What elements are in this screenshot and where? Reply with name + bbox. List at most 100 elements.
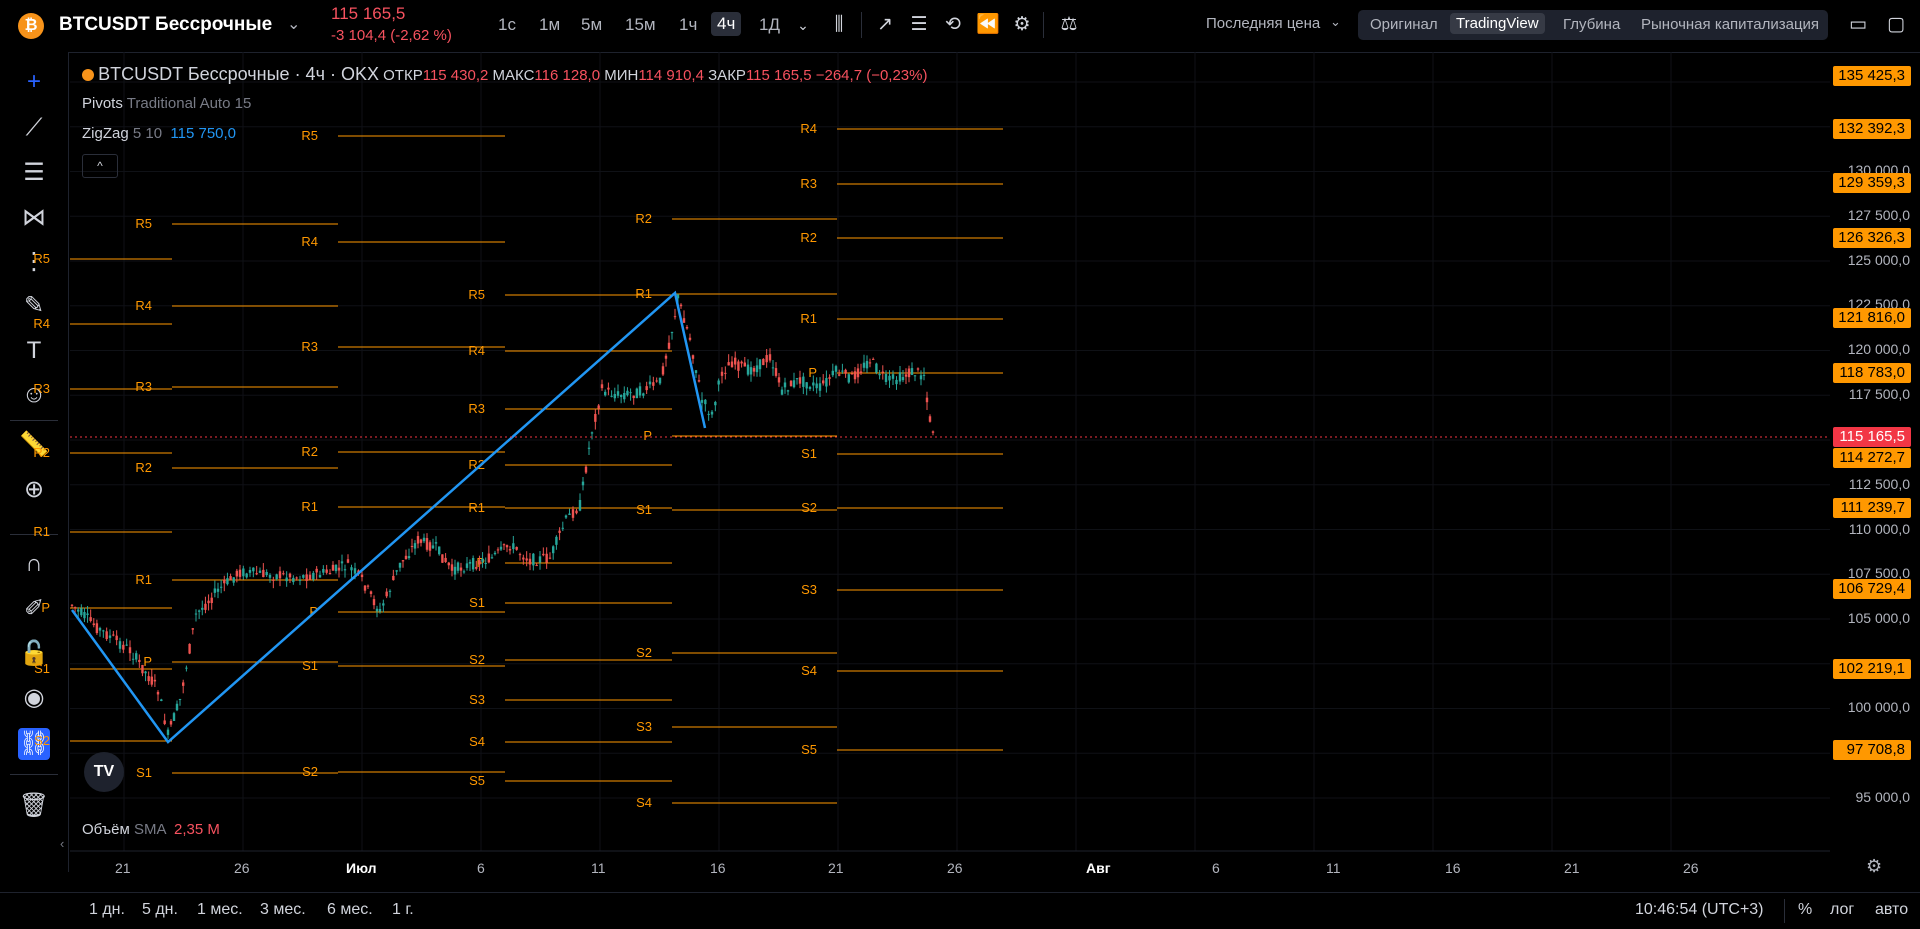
candle-body xyxy=(328,573,332,575)
candle-body xyxy=(223,579,226,584)
candle-body xyxy=(232,577,235,583)
time-tick: 6 xyxy=(477,860,485,876)
range-5d[interactable]: 5 дн. xyxy=(142,901,178,919)
candle-body xyxy=(191,628,194,630)
candle-body xyxy=(331,564,335,571)
candle-body xyxy=(552,546,555,554)
candle-body xyxy=(853,371,857,380)
candle-body xyxy=(434,542,438,544)
pivot-price-label: 118 783,0 xyxy=(1833,363,1911,383)
auto-toggle[interactable]: авто xyxy=(1875,901,1908,919)
price-chart[interactable]: R5 R4 R3 R2 R1 P S1 S2 R5 R4 R3 R2 R1 P S1 R5 R4 R3 R2 R1 P S… xyxy=(0,0,1920,928)
candle-body xyxy=(884,374,888,382)
candle-body xyxy=(616,391,620,396)
pivot-label: P xyxy=(476,555,485,570)
candle-body xyxy=(188,643,191,654)
candle-body xyxy=(369,591,373,594)
candle-body xyxy=(535,565,538,567)
clock[interactable]: 10:46:54 (UTC+3) xyxy=(1635,901,1764,919)
symbol-legend: BTCUSDT Бессрочные · 4ч · OKX ОТКР115 43… xyxy=(82,64,927,85)
candle-body xyxy=(891,374,895,379)
candle-body xyxy=(931,431,935,433)
pivot-label: S2 xyxy=(302,764,318,779)
time-tick: Июл xyxy=(346,860,377,876)
pivot-label: R3 xyxy=(301,339,318,354)
candle-body xyxy=(499,546,503,550)
range-1m[interactable]: 1 мес. xyxy=(197,901,243,919)
pivot-label: R3 xyxy=(468,401,485,416)
percent-toggle[interactable]: % xyxy=(1798,901,1812,919)
price-tick: 95 000,0 xyxy=(1855,789,1911,805)
candle-body xyxy=(919,375,923,380)
low-value: 114 910,4 xyxy=(638,67,704,84)
price-tick: 105 000,0 xyxy=(1847,610,1910,626)
zigzag-legend[interactable]: ZigZag 5 10 115 750,0 xyxy=(82,125,236,142)
candle-body xyxy=(325,569,328,573)
candle-body xyxy=(913,375,917,377)
candle-body xyxy=(720,371,724,376)
candle-body xyxy=(597,405,600,409)
pivots-legend[interactable]: Pivots Traditional Auto 15 xyxy=(82,95,251,112)
candle-body xyxy=(600,384,604,389)
candle-body xyxy=(542,553,545,556)
candle-body xyxy=(594,413,597,422)
candle-body xyxy=(468,561,472,564)
volume-legend[interactable]: Объём SMA 2,35 M xyxy=(82,821,220,838)
candle-body xyxy=(105,631,108,640)
candle-body xyxy=(642,393,645,396)
candle-body xyxy=(658,377,662,384)
candle-body xyxy=(828,377,831,379)
candle-body xyxy=(607,387,610,390)
gear-icon[interactable]: ⚙ xyxy=(1866,856,1882,877)
collapse-legend-button[interactable]: ^ xyxy=(82,154,118,178)
pivot-label: S4 xyxy=(636,795,652,810)
candle-body xyxy=(872,358,875,360)
candle-body xyxy=(881,371,884,373)
candle-body xyxy=(868,362,872,364)
candle-body xyxy=(688,337,692,340)
candle-body xyxy=(226,578,229,585)
pivot-label: S3 xyxy=(801,582,817,597)
range-3m[interactable]: 3 мес. xyxy=(260,901,306,919)
candle-body xyxy=(147,676,150,682)
candle-body xyxy=(416,536,420,544)
pivot-label: R4 xyxy=(33,316,50,331)
pivot-label: S5 xyxy=(801,742,817,757)
candle-body xyxy=(302,575,305,578)
candle-body xyxy=(798,377,802,384)
candle-body xyxy=(255,573,258,575)
candle-body xyxy=(691,355,695,359)
candle-body xyxy=(875,363,878,373)
candle-body xyxy=(862,362,866,368)
tradingview-logo[interactable]: TV xyxy=(84,752,124,792)
range-1d[interactable]: 1 дн. xyxy=(89,901,125,919)
candle-body xyxy=(714,401,717,406)
candle-body xyxy=(471,558,475,570)
candle-body xyxy=(697,380,701,382)
candle-body xyxy=(928,416,932,422)
log-toggle[interactable]: лог xyxy=(1830,901,1854,919)
candle-body xyxy=(363,585,367,591)
candle-body xyxy=(525,558,528,561)
pivot-price-label: 102 219,1 xyxy=(1833,659,1911,679)
range-6m[interactable]: 6 мес. xyxy=(327,901,373,919)
candle-body xyxy=(768,354,772,361)
candle-body xyxy=(404,555,408,560)
candle-body xyxy=(182,682,185,686)
candle-body xyxy=(724,372,727,374)
pivot-label: S4 xyxy=(801,663,817,678)
pivots-name: Pivots xyxy=(82,95,123,112)
candle-body xyxy=(343,569,347,571)
candle-body xyxy=(153,679,157,682)
candle-body xyxy=(118,641,122,649)
zigzag-params: 5 10 xyxy=(132,125,163,142)
pivot-label: R5 xyxy=(468,287,485,302)
candle-body xyxy=(679,304,683,307)
candle-body xyxy=(522,557,525,560)
candle-body xyxy=(166,729,170,735)
candle-body xyxy=(545,553,548,563)
range-1y[interactable]: 1 г. xyxy=(392,901,414,919)
candle-body xyxy=(805,382,808,389)
pivot-price-label: 114 272,7 xyxy=(1833,448,1911,468)
pivot-price-label: 106 729,4 xyxy=(1833,579,1911,599)
